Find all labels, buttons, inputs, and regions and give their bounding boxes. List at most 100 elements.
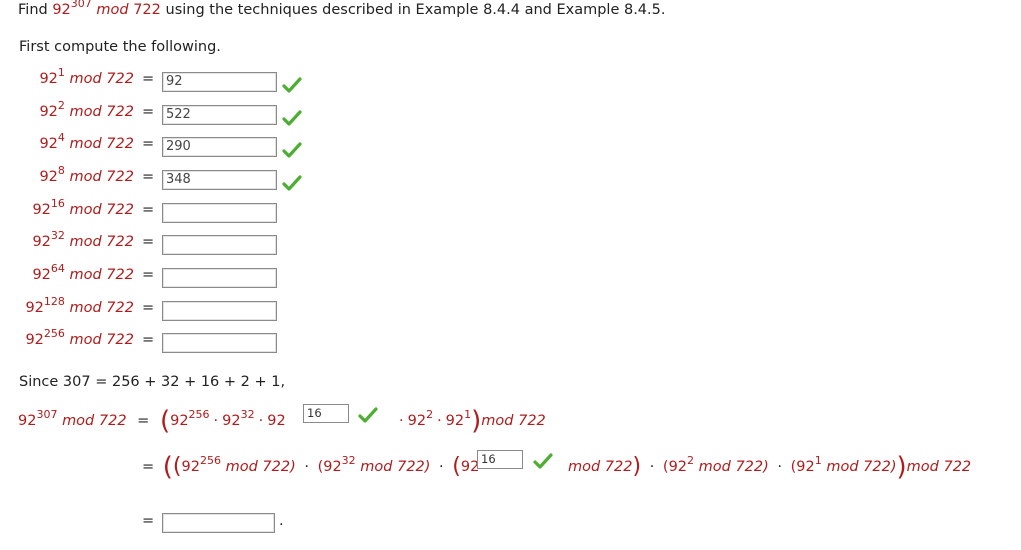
power-row-label: 92128 mod 722 <box>25 296 134 316</box>
line2-e-base: (92 <box>790 459 815 475</box>
line2-b-exp: 32 <box>341 454 356 467</box>
row-base: 92 <box>32 267 51 283</box>
power-row-label: 9264 mod 722 <box>32 263 134 283</box>
question-rest: using the techniques described in Exampl… <box>165 2 666 18</box>
line1-equals: = <box>137 413 150 429</box>
row-exponent: 8 <box>57 164 65 177</box>
row-exponent: 32 <box>50 229 65 242</box>
row-mod: mod 722 <box>69 104 135 120</box>
row-equals: = <box>142 169 155 185</box>
check-icon <box>282 142 302 158</box>
line2-part-d: (922 mod 722) <box>662 455 769 475</box>
row-equals: = <box>142 234 155 250</box>
final-answer-field[interactable] <box>162 513 275 533</box>
power-row-label: 9232 mod 722 <box>32 230 135 250</box>
row-exponent: 1 <box>57 66 65 79</box>
row-equals: = <box>142 104 155 120</box>
line2-c-open: ( <box>452 454 461 479</box>
line1-dot3: · <box>399 413 404 429</box>
line1-term4-exp: 2 <box>426 408 434 421</box>
row-exponent: 2 <box>57 99 65 112</box>
line1-term2-exp: 32 <box>240 408 255 421</box>
power-row-label: 922 mod 722 <box>39 100 135 120</box>
line2-a-open: ( <box>172 454 182 479</box>
line1-dot4: · <box>437 413 442 429</box>
line2-d-mod: mod 722) <box>698 459 769 475</box>
line2-part-c: (92 <box>452 456 479 478</box>
row-exponent: 256 <box>43 327 65 340</box>
check-icon <box>282 110 302 126</box>
line2-c-close: ) <box>632 454 642 479</box>
row-exponent: 64 <box>50 262 65 275</box>
line2-dot3: · <box>649 459 655 475</box>
line2-check-icon <box>533 453 553 469</box>
line2-d-base: (92 <box>662 459 688 475</box>
power-answer-field[interactable] <box>162 203 277 223</box>
line1-tail-mod: mod 722 <box>481 413 546 429</box>
power-answer-field[interactable] <box>162 235 277 255</box>
question-exponent: 307 <box>70 0 92 10</box>
row-equals: = <box>142 300 155 316</box>
row-exponent: 4 <box>57 131 65 144</box>
line1-dot2: · <box>258 413 264 429</box>
line1-term1-base: 92 <box>170 413 189 429</box>
power-answer-field[interactable] <box>162 268 277 288</box>
line2-outer-close: ) <box>896 452 907 482</box>
line2-outer-open: ( <box>162 452 173 482</box>
row-base: 92 <box>25 332 44 348</box>
power-answer-field[interactable]: 92 <box>162 72 277 92</box>
line1-term5-base: 92 <box>445 413 465 429</box>
line1-lhs: 92307 mod 722 <box>18 409 127 429</box>
line2-dot1: · <box>304 459 309 475</box>
row-base: 92 <box>32 202 51 218</box>
row-equals: = <box>142 71 155 87</box>
row-equals: = <box>142 267 155 283</box>
line2-d-exp: 2 <box>687 454 695 467</box>
line2-equals: = <box>142 459 155 475</box>
line1-open-paren: ( <box>159 406 171 436</box>
line2-dot4: · <box>777 459 783 475</box>
line2-c-mod: mod 722 <box>568 459 633 475</box>
line1-exponent-field[interactable]: 16 <box>303 404 349 423</box>
line3-period: . <box>279 513 284 529</box>
row-base: 92 <box>32 234 51 250</box>
line1-lhs-exp: 307 <box>36 408 58 421</box>
row-base: 92 <box>39 104 58 120</box>
line1-tail: · 922 · 921)mod 722 <box>395 408 546 434</box>
line1-rhs: (92256 · 9232 · 92 <box>160 408 286 434</box>
question-base: 92307 <box>52 0 92 18</box>
power-answer-field[interactable]: 522 <box>162 105 277 125</box>
row-base: 92 <box>39 71 58 87</box>
power-answer-field[interactable] <box>162 333 277 353</box>
row-base: 92 <box>39 169 58 185</box>
line1-dot1: · <box>213 413 219 429</box>
question-find: Find <box>18 2 48 18</box>
power-answer-field[interactable] <box>162 301 277 321</box>
power-row-label: 921 mod 722 <box>39 67 135 87</box>
power-row-label: 928 mod 722 <box>39 165 135 185</box>
line1-close-paren: ) <box>471 406 482 436</box>
question-base-value: 92 <box>52 2 71 18</box>
row-mod: mod 722 <box>69 234 135 250</box>
power-answer-field[interactable]: 290 <box>162 137 277 157</box>
row-base: 92 <box>39 136 58 152</box>
row-equals: = <box>142 332 155 348</box>
line1-term1-exp: 256 <box>188 408 210 421</box>
line3-equals: = <box>142 513 155 529</box>
line2-exponent-field[interactable]: 16 <box>477 450 523 469</box>
row-exponent: 16 <box>50 197 65 210</box>
equation-line-2: = ((92256 mod 722) · (9232 mod 722) · (9… <box>142 454 479 480</box>
line1-term2-base: 92 <box>222 413 241 429</box>
power-row-label: 9216 mod 722 <box>32 198 135 218</box>
line2-b-base: (92 <box>317 459 342 475</box>
line2-e-mod: mod 722) <box>826 459 897 475</box>
row-mod: mod 722 <box>69 202 135 218</box>
power-answer-field[interactable]: 348 <box>162 170 277 190</box>
row-mod: mod 722 <box>69 71 135 87</box>
line1-check-icon <box>358 407 378 423</box>
row-mod: mod 722 <box>69 332 135 348</box>
check-icon <box>282 77 302 93</box>
question-modulus: 722 <box>133 2 161 18</box>
row-mod: mod 722 <box>69 169 135 185</box>
row-equals: = <box>142 136 155 152</box>
